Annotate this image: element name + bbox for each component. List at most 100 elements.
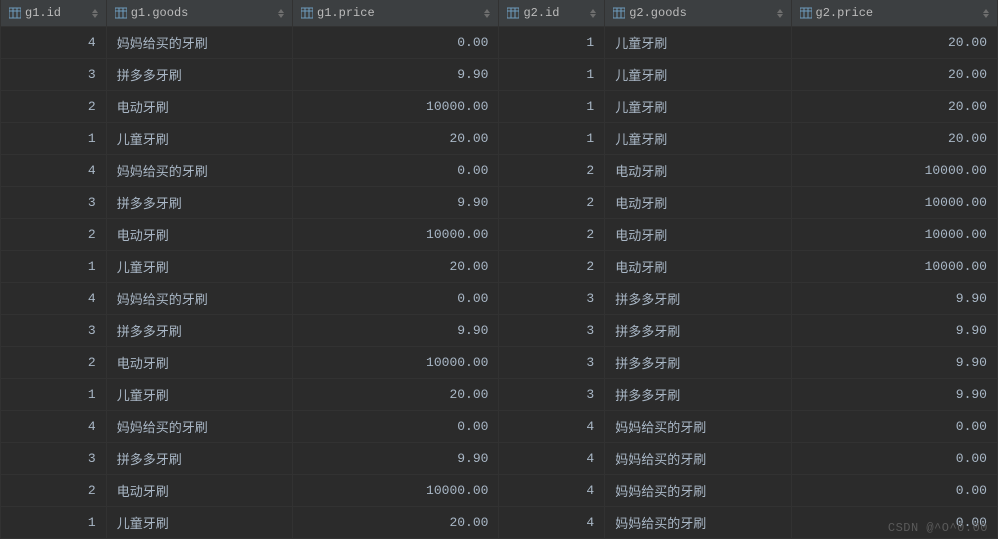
column-header[interactable]: g2.price [791, 0, 998, 27]
cell-g2-id: 3 [499, 315, 605, 347]
cell-g1-goods: 拼多多牙刷 [106, 187, 292, 219]
sort-icon[interactable] [777, 9, 783, 18]
result-table: g1.idg1.goods g1.price g2.id g2.goods g2.pri… [0, 0, 998, 539]
table-row[interactable]: 4妈妈给买的牙刷0.003拼多多牙刷9.90 [1, 283, 998, 315]
sort-icon[interactable] [92, 9, 98, 18]
cell-g2-price: 10000.00 [791, 155, 998, 187]
table-row[interactable]: 1儿童牙刷20.001儿童牙刷20.00 [1, 123, 998, 155]
cell-g2-id: 3 [499, 379, 605, 411]
table-body: 4妈妈给买的牙刷0.001儿童牙刷20.003拼多多牙刷9.901儿童牙刷20.… [1, 27, 998, 539]
cell-g1-id: 3 [1, 59, 107, 91]
table-row[interactable]: 1儿童牙刷20.002电动牙刷10000.00 [1, 251, 998, 283]
table-row[interactable]: 1儿童牙刷20.003拼多多牙刷9.90 [1, 379, 998, 411]
cell-g1-id: 1 [1, 379, 107, 411]
cell-g1-goods: 电动牙刷 [106, 91, 292, 123]
column-icon [115, 7, 127, 19]
table-row[interactable]: 4妈妈给买的牙刷0.002电动牙刷10000.00 [1, 155, 998, 187]
cell-g2-goods: 妈妈给买的牙刷 [605, 443, 791, 475]
cell-g1-goods: 儿童牙刷 [106, 123, 292, 155]
table-row[interactable]: 4妈妈给买的牙刷0.004妈妈给买的牙刷0.00 [1, 411, 998, 443]
cell-g2-price: 0.00 [791, 507, 998, 539]
cell-g2-id: 4 [499, 507, 605, 539]
cell-g2-price: 10000.00 [791, 219, 998, 251]
cell-g2-price: 10000.00 [791, 187, 998, 219]
column-icon [301, 7, 313, 19]
table-row[interactable]: 2电动牙刷10000.004妈妈给买的牙刷0.00 [1, 475, 998, 507]
cell-g2-id: 4 [499, 443, 605, 475]
column-icon [507, 7, 519, 19]
table-row[interactable]: 2电动牙刷10000.001儿童牙刷20.00 [1, 91, 998, 123]
cell-g1-goods: 儿童牙刷 [106, 507, 292, 539]
cell-g1-goods: 儿童牙刷 [106, 379, 292, 411]
column-icon [613, 7, 625, 19]
cell-g1-price: 20.00 [293, 379, 499, 411]
cell-g1-price: 10000.00 [293, 219, 499, 251]
cell-g2-price: 0.00 [791, 411, 998, 443]
cell-g2-id: 3 [499, 283, 605, 315]
sort-icon[interactable] [484, 9, 490, 18]
table-row[interactable]: 2电动牙刷10000.003拼多多牙刷9.90 [1, 347, 998, 379]
cell-g2-goods: 拼多多牙刷 [605, 347, 791, 379]
cell-g1-id: 4 [1, 155, 107, 187]
table-row[interactable]: 1儿童牙刷20.004妈妈给买的牙刷0.00 [1, 507, 998, 539]
column-label: g1.price [317, 6, 375, 20]
table-header: g1.idg1.goods g1.price g2.id g2.goods g2.pri… [1, 0, 998, 27]
cell-g2-goods: 电动牙刷 [605, 155, 791, 187]
cell-g2-price: 10000.00 [791, 251, 998, 283]
cell-g2-goods: 拼多多牙刷 [605, 379, 791, 411]
column-header[interactable]: g1.price [293, 0, 499, 27]
cell-g2-goods: 拼多多牙刷 [605, 315, 791, 347]
column-header[interactable]: g1.goods [106, 0, 292, 27]
column-header[interactable]: g2.id [499, 0, 605, 27]
cell-g1-price: 10000.00 [293, 91, 499, 123]
cell-g1-id: 3 [1, 315, 107, 347]
cell-g1-goods: 妈妈给买的牙刷 [106, 411, 292, 443]
cell-g1-price: 20.00 [293, 507, 499, 539]
table-row[interactable]: 4妈妈给买的牙刷0.001儿童牙刷20.00 [1, 27, 998, 59]
cell-g2-goods: 妈妈给买的牙刷 [605, 411, 791, 443]
cell-g1-goods: 拼多多牙刷 [106, 59, 292, 91]
cell-g1-id: 1 [1, 251, 107, 283]
cell-g1-goods: 电动牙刷 [106, 475, 292, 507]
cell-g2-goods: 电动牙刷 [605, 187, 791, 219]
cell-g1-goods: 拼多多牙刷 [106, 443, 292, 475]
cell-g1-price: 9.90 [293, 443, 499, 475]
cell-g2-id: 1 [499, 59, 605, 91]
cell-g1-price: 9.90 [293, 315, 499, 347]
cell-g1-goods: 电动牙刷 [106, 347, 292, 379]
cell-g1-goods: 儿童牙刷 [106, 251, 292, 283]
cell-g1-goods: 妈妈给买的牙刷 [106, 155, 292, 187]
sort-icon[interactable] [278, 9, 284, 18]
cell-g1-id: 3 [1, 187, 107, 219]
cell-g2-goods: 儿童牙刷 [605, 91, 791, 123]
table-row[interactable]: 3拼多多牙刷9.901儿童牙刷20.00 [1, 59, 998, 91]
cell-g2-id: 2 [499, 155, 605, 187]
cell-g1-price: 0.00 [293, 155, 499, 187]
table-row[interactable]: 2电动牙刷10000.002电动牙刷10000.00 [1, 219, 998, 251]
column-label: g2.id [523, 6, 559, 20]
cell-g2-goods: 拼多多牙刷 [605, 283, 791, 315]
cell-g2-goods: 妈妈给买的牙刷 [605, 507, 791, 539]
cell-g1-price: 0.00 [293, 283, 499, 315]
cell-g2-price: 9.90 [791, 347, 998, 379]
cell-g1-id: 4 [1, 411, 107, 443]
cell-g2-price: 0.00 [791, 475, 998, 507]
cell-g1-goods: 电动牙刷 [106, 219, 292, 251]
column-header[interactable]: g1.id [1, 0, 107, 27]
sort-icon[interactable] [983, 9, 989, 18]
cell-g2-price: 20.00 [791, 59, 998, 91]
table-row[interactable]: 3拼多多牙刷9.904妈妈给买的牙刷0.00 [1, 443, 998, 475]
column-header[interactable]: g2.goods [605, 0, 791, 27]
column-label: g2.price [816, 6, 874, 20]
cell-g1-price: 10000.00 [293, 475, 499, 507]
cell-g2-price: 9.90 [791, 283, 998, 315]
cell-g1-price: 9.90 [293, 59, 499, 91]
sort-icon[interactable] [590, 9, 596, 18]
cell-g2-id: 4 [499, 475, 605, 507]
cell-g1-price: 9.90 [293, 187, 499, 219]
cell-g2-id: 1 [499, 27, 605, 59]
cell-g1-id: 2 [1, 91, 107, 123]
table-row[interactable]: 3拼多多牙刷9.902电动牙刷10000.00 [1, 187, 998, 219]
cell-g1-goods: 妈妈给买的牙刷 [106, 27, 292, 59]
table-row[interactable]: 3拼多多牙刷9.903拼多多牙刷9.90 [1, 315, 998, 347]
